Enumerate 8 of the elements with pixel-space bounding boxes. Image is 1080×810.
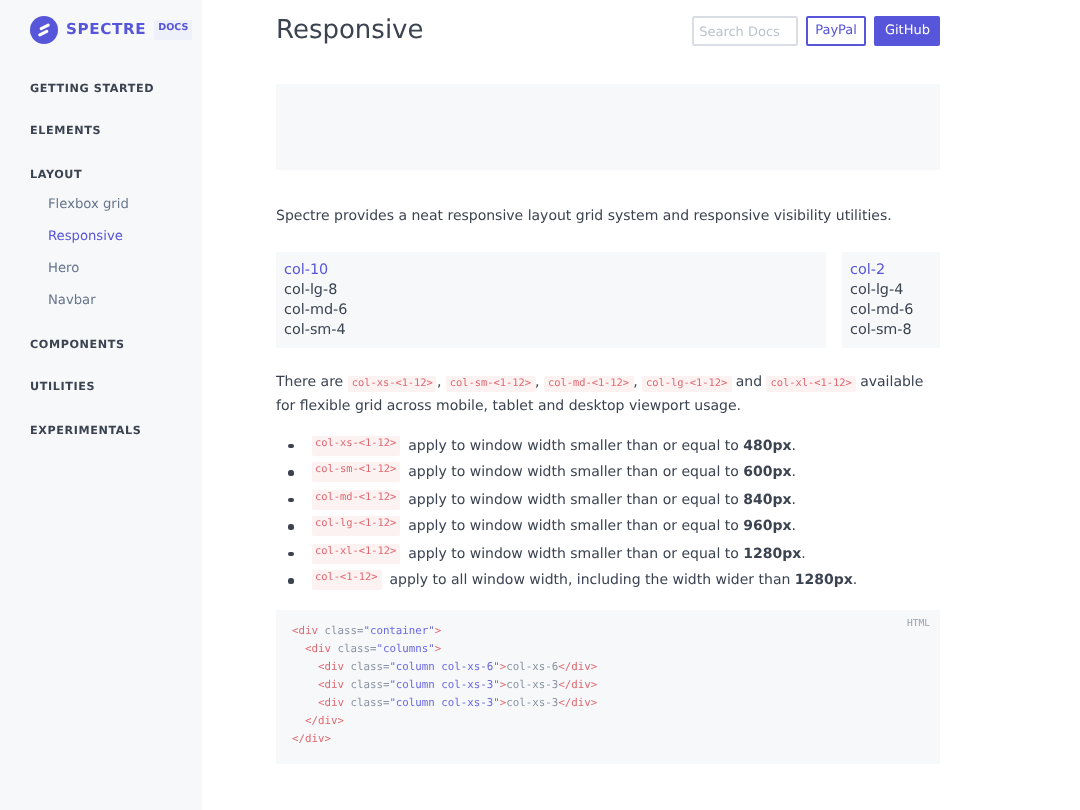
logo-icon [30, 16, 58, 44]
page-title: Responsive [276, 16, 424, 48]
bullet-icon [288, 524, 293, 530]
bullet-icon [288, 551, 293, 557]
bullet-icon [288, 578, 293, 584]
bullet-icon [288, 443, 293, 449]
bullet-icon [288, 497, 293, 503]
bullet-icon [288, 470, 293, 476]
